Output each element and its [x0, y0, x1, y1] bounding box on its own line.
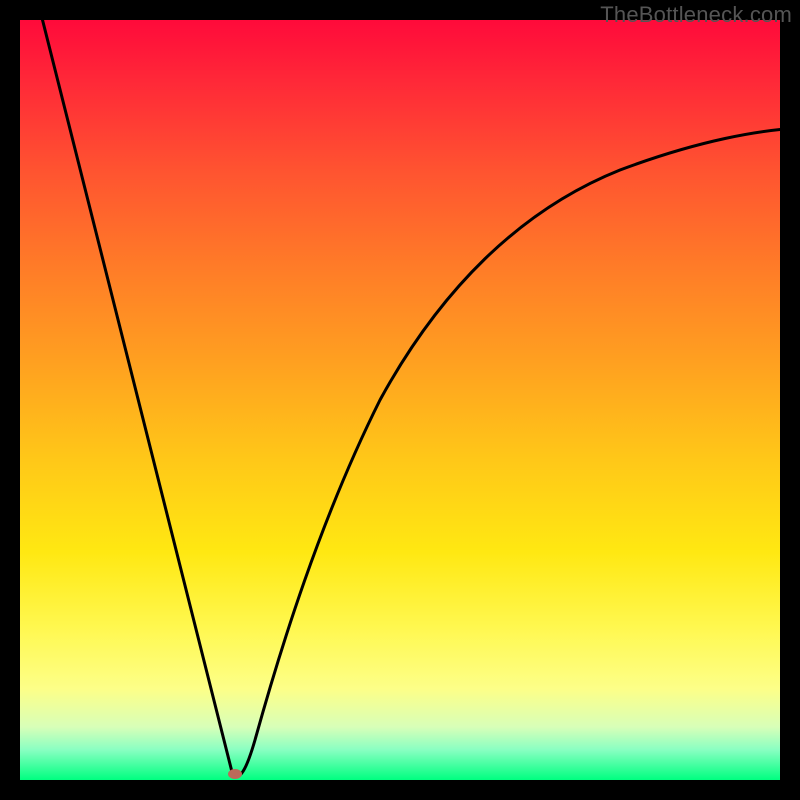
- bottleneck-curve: [20, 20, 780, 780]
- minimum-marker: [228, 769, 242, 779]
- watermark-text: TheBottleneck.com: [600, 2, 792, 28]
- curve-path: [40, 20, 780, 776]
- chart-plot-area: [20, 20, 780, 780]
